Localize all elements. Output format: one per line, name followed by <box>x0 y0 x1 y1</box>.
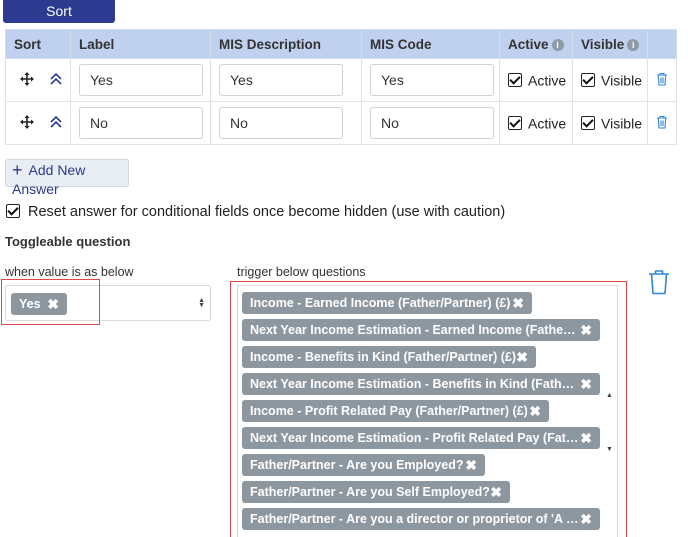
actions-cell <box>647 101 677 145</box>
mis-code-cell <box>361 101 500 145</box>
mis-description-input[interactable] <box>219 107 343 139</box>
trash-icon[interactable] <box>648 269 670 300</box>
down-arrow-icon: ▼ <box>198 302 205 309</box>
plus-icon: + <box>12 160 23 180</box>
visible-checkbox[interactable] <box>581 72 595 87</box>
label-cell <box>70 101 211 145</box>
info-icon[interactable]: i <box>551 38 564 51</box>
active-cell: Active <box>499 58 573 102</box>
move-icon[interactable] <box>20 71 34 89</box>
mis-description-cell <box>210 58 362 102</box>
active-cell: Active <box>499 101 573 145</box>
header-label: Label <box>70 29 211 59</box>
label-input[interactable] <box>79 107 203 139</box>
mis-description-cell <box>210 101 362 145</box>
label-input[interactable] <box>79 64 203 96</box>
add-new-answer-button[interactable]: + Add New Answer <box>5 159 129 197</box>
mis-description-input[interactable] <box>219 64 343 96</box>
chevron-double-up-icon[interactable] <box>50 72 62 89</box>
select-arrows-icon[interactable]: ▲ ▼ <box>198 297 205 309</box>
mis-code-input[interactable] <box>370 64 494 96</box>
sort-cell <box>5 58 71 102</box>
active-label: Active <box>528 115 567 132</box>
header-visible-label: Visible <box>581 36 625 52</box>
trash-icon[interactable] <box>656 115 668 132</box>
visible-checkbox[interactable] <box>581 115 595 130</box>
mis-code-input[interactable] <box>370 107 494 139</box>
trigger-questions-label: trigger below questions <box>237 265 366 279</box>
header-actions <box>647 29 677 59</box>
when-value-label: when value is as below <box>5 265 134 279</box>
actions-cell <box>647 58 677 102</box>
move-icon[interactable] <box>20 114 34 132</box>
reset-answer-option: Reset answer for conditional fields once… <box>6 204 505 220</box>
trash-icon[interactable] <box>656 72 668 89</box>
header-sort: Sort <box>5 29 71 59</box>
visible-label: Visible <box>601 115 642 132</box>
sort-cell <box>5 101 71 145</box>
reset-answer-label: Reset answer for conditional fields once… <box>28 204 506 221</box>
trigger-highlight-box <box>230 281 627 537</box>
active-label: Active <box>528 72 567 89</box>
chevron-double-up-icon[interactable] <box>50 115 62 132</box>
sort-alphabetically-button[interactable]: Sort Alphabetically <box>3 0 115 42</box>
visible-cell: Visible <box>572 101 648 145</box>
header-active-label: Active <box>508 36 549 52</box>
table-row: Active Visible <box>5 58 677 102</box>
value-highlight-box <box>1 279 100 325</box>
table-header-row: Sort Label MIS Description MIS Code Acti… <box>5 29 677 59</box>
header-visible: Visible i <box>572 29 648 59</box>
reset-answer-checkbox[interactable] <box>6 204 20 219</box>
answers-table: Sort Label MIS Description MIS Code Acti… <box>5 29 677 145</box>
label-cell <box>70 58 211 102</box>
header-mis-code: MIS Code <box>361 29 500 59</box>
info-icon[interactable]: i <box>627 38 640 51</box>
active-checkbox[interactable] <box>508 72 522 87</box>
header-mis-description: MIS Description <box>210 29 362 59</box>
mis-code-cell <box>361 58 500 102</box>
toggleable-question-title: Toggleable question <box>5 234 131 249</box>
header-active: Active i <box>499 29 573 59</box>
visible-cell: Visible <box>572 58 648 102</box>
table-row: Active Visible <box>5 101 677 145</box>
visible-label: Visible <box>601 72 642 89</box>
active-checkbox[interactable] <box>508 115 522 130</box>
